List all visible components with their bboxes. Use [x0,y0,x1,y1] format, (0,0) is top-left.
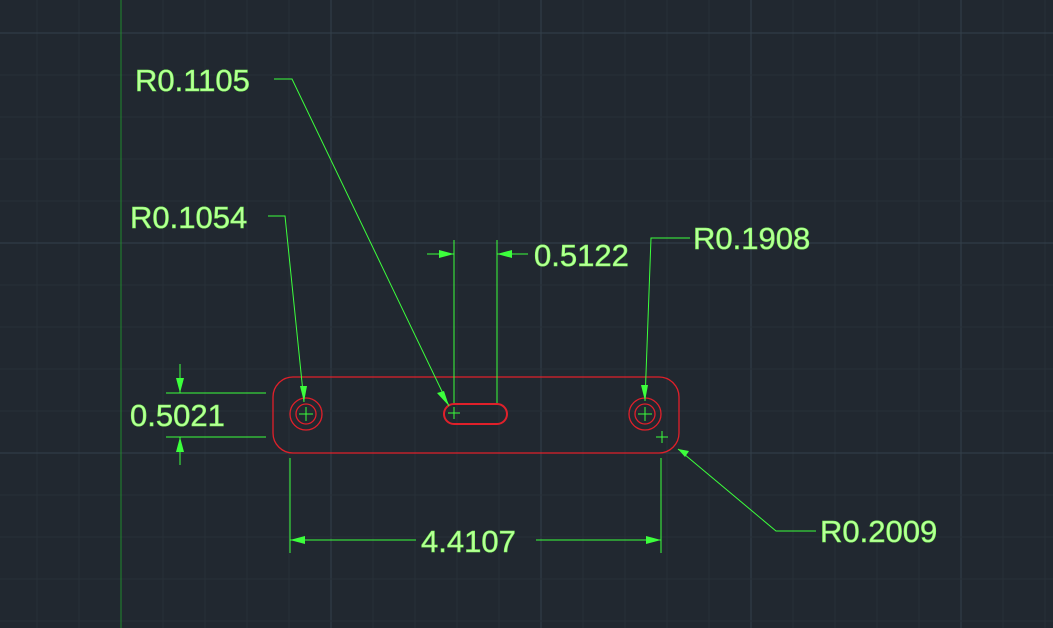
part-outline[interactable] [272,376,680,454]
center-slot[interactable] [443,403,508,425]
label-left-hole-radius[interactable]: R0.1054 [130,200,248,236]
dimension-lines [166,78,816,553]
label-part-length[interactable]: 4.4107 [421,524,516,560]
label-part-height[interactable]: 0.5021 [130,398,225,434]
part-geometry[interactable] [272,376,680,454]
leader-left-hole-radius [268,215,305,403]
cad-drawing-canvas[interactable]: R0.1105 R0.1054 0.5122 R0.1908 0.5021 4.… [0,0,1053,628]
leader-corner-radius [677,448,816,532]
label-right-hole-radius[interactable]: R0.1908 [693,221,811,257]
label-slot-width[interactable]: 0.5122 [534,238,629,274]
label-slot-radius[interactable]: R0.1105 [135,63,251,99]
arrowheads [176,250,689,544]
label-corner-radius[interactable]: R0.2009 [820,514,938,550]
dimension-labels: R0.1105 R0.1054 0.5122 R0.1908 0.5021 4.… [130,63,938,560]
